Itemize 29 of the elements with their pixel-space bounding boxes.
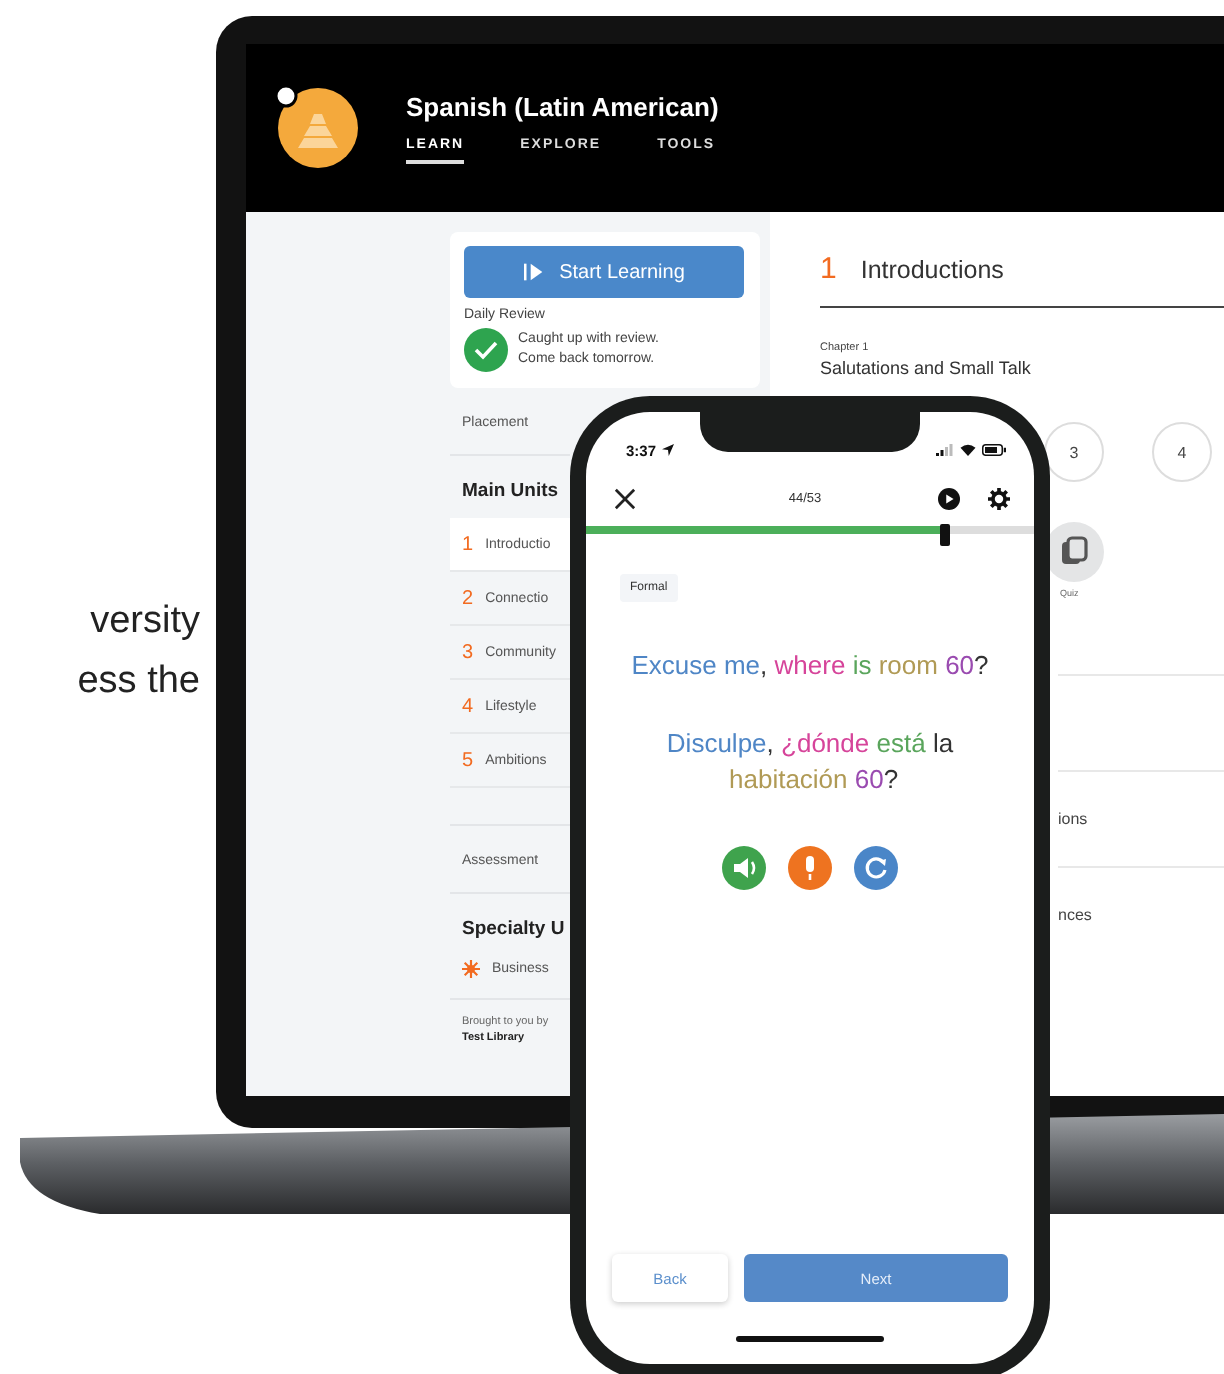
wifi-icon — [960, 444, 976, 456]
body-text: ess the — [77, 658, 200, 706]
english-phrase: Excuse me, where is room 60? — [630, 648, 990, 684]
spanish-phrase: Disculpe, ¿dónde está la habitación 60? — [664, 726, 956, 798]
replay-button-icon[interactable] — [854, 846, 898, 890]
settings-icon[interactable] — [988, 487, 1010, 509]
asterisk-icon — [462, 960, 480, 978]
check-icon — [464, 328, 508, 372]
microphone-button-icon[interactable] — [788, 846, 832, 890]
lesson-item[interactable]: nces — [1058, 866, 1224, 962]
section-heading: Specialty U — [460, 916, 567, 944]
unit-number: 1 — [820, 252, 837, 286]
progress-handle[interactable] — [940, 524, 951, 546]
lesson-item[interactable]: ions — [1058, 770, 1224, 866]
step-circle[interactable]: 4 — [1152, 422, 1212, 482]
speaker-button-icon[interactable] — [722, 846, 766, 890]
signal-icon — [936, 444, 954, 456]
pyramid-logo-icon — [274, 84, 362, 172]
close-icon[interactable] — [614, 487, 636, 509]
course-title: Spanish (Latin American) — [406, 92, 719, 122]
unit-title: Introductions — [860, 256, 1004, 284]
battery-icon — [982, 444, 1006, 456]
start-learning-button[interactable]: Start Learning — [464, 246, 744, 298]
chapter-title: Salutations and Small Talk — [820, 358, 1031, 378]
play-circle-icon[interactable] — [938, 487, 960, 509]
play-icon — [523, 262, 544, 282]
body-text: versity — [90, 598, 200, 646]
location-arrow-icon — [662, 444, 675, 456]
section-heading: Main Units — [460, 478, 561, 506]
